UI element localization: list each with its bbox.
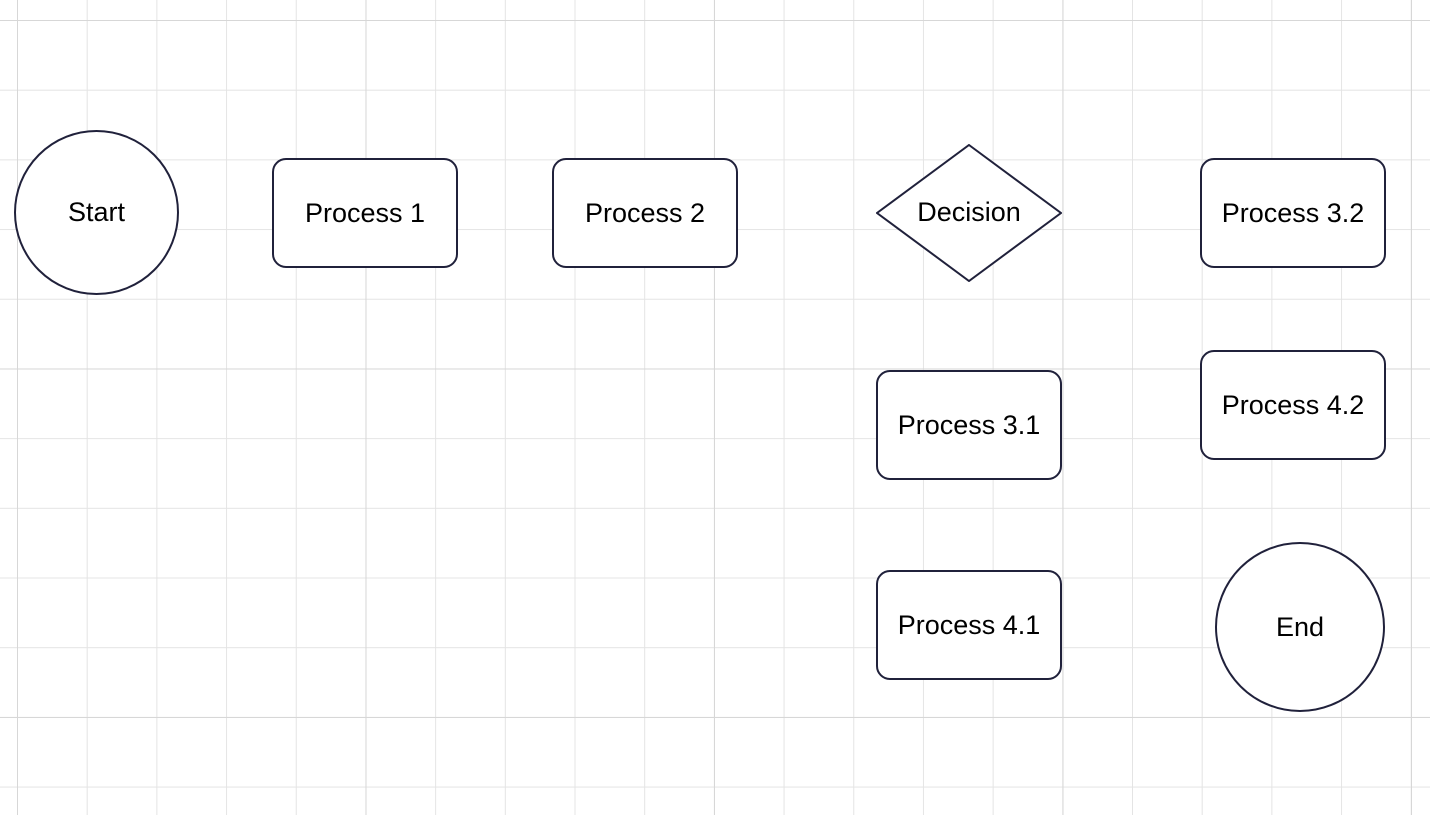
node-label: Process 4.1 bbox=[898, 610, 1041, 641]
node-label: Process 1 bbox=[305, 198, 425, 229]
node-label: Process 3.2 bbox=[1222, 198, 1365, 229]
node-label: End bbox=[1276, 612, 1324, 643]
node-decision[interactable]: Decision bbox=[876, 144, 1062, 282]
node-process-1[interactable]: Process 1 bbox=[272, 158, 458, 268]
node-label: Process 2 bbox=[585, 198, 705, 229]
node-label: Start bbox=[68, 197, 125, 228]
node-process-3-2[interactable]: Process 3.2 bbox=[1200, 158, 1386, 268]
node-label: Decision bbox=[917, 196, 1021, 230]
node-process-4-1[interactable]: Process 4.1 bbox=[876, 570, 1062, 680]
node-end[interactable]: End bbox=[1215, 542, 1385, 712]
node-process-4-2[interactable]: Process 4.2 bbox=[1200, 350, 1386, 460]
node-label: Process 3.1 bbox=[898, 410, 1041, 441]
node-process-2[interactable]: Process 2 bbox=[552, 158, 738, 268]
node-start[interactable]: Start bbox=[14, 130, 179, 295]
node-label: Process 4.2 bbox=[1222, 390, 1365, 421]
node-process-3-1[interactable]: Process 3.1 bbox=[876, 370, 1062, 480]
